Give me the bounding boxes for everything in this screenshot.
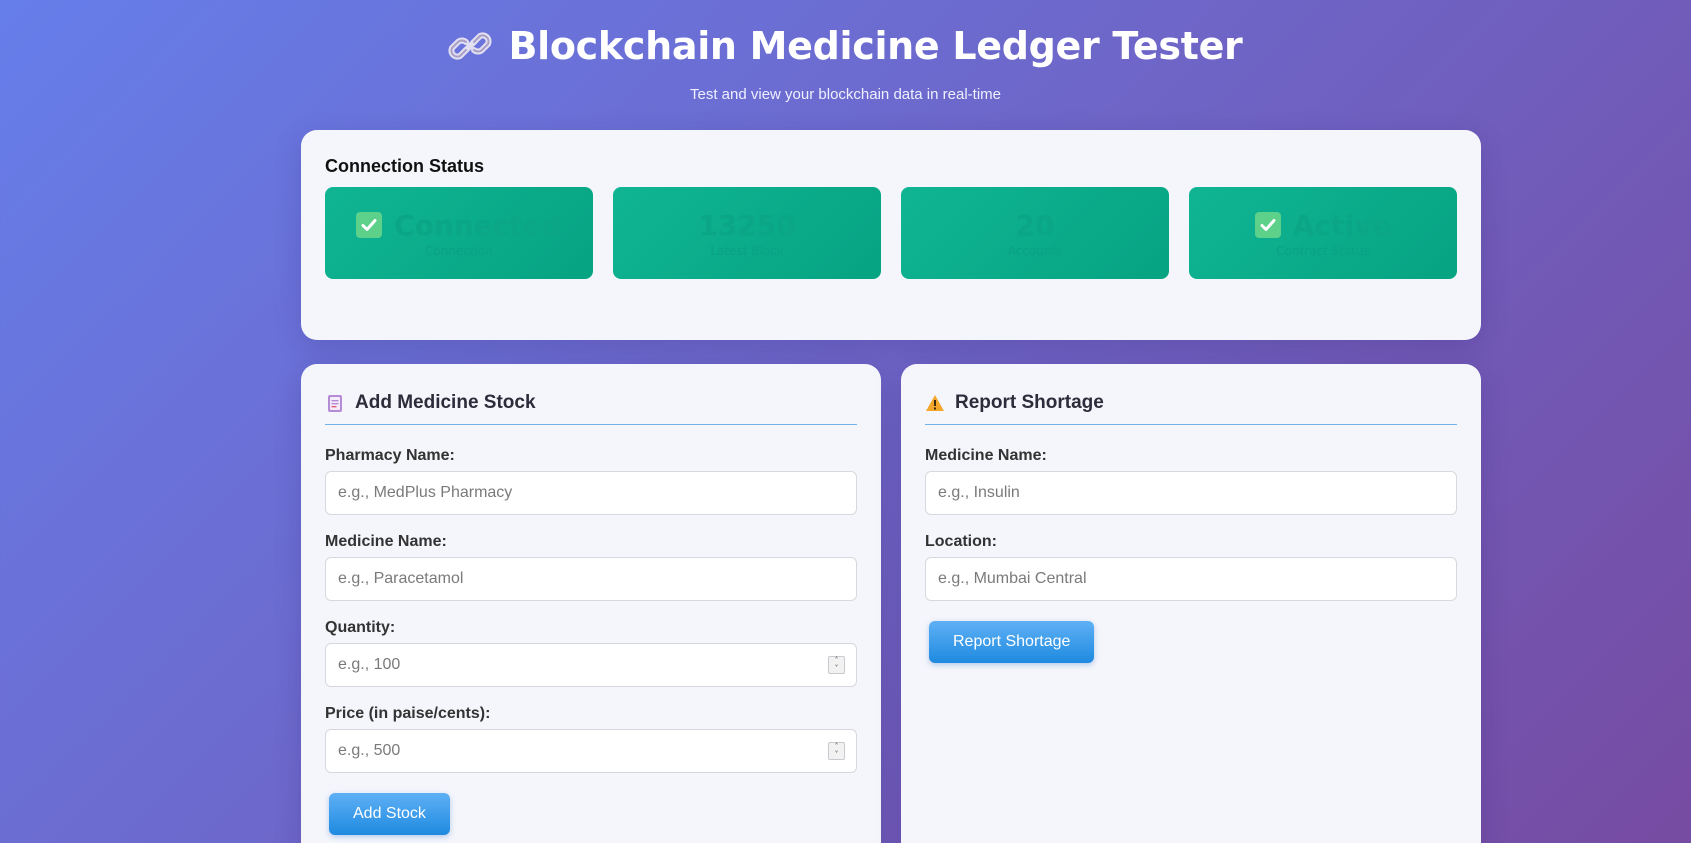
page-title-row: Blockchain Medicine Ledger Tester <box>448 20 1243 72</box>
add-medicine-stock-card: Add Medicine Stock Pharmacy Name: Medici… <box>301 364 881 843</box>
quantity-label: Quantity: <box>325 619 396 636</box>
medicine-name-field: Medicine Name: <box>325 533 857 601</box>
accounts-tile: 20 Accounts <box>901 187 1169 279</box>
connection-tile: Connected Connection <box>325 187 593 279</box>
add-stock-title: Add Medicine Stock <box>355 392 536 413</box>
quantity-field: Quantity: ˄˅ <box>325 619 857 687</box>
link-icon <box>448 32 493 60</box>
quantity-stepper[interactable]: ˄ ˅ <box>828 656 845 674</box>
warning-icon <box>926 395 944 411</box>
price-field: Price (in paise/cents): ˄˅ <box>325 705 857 773</box>
location-input[interactable] <box>925 557 1457 601</box>
medicine-name-label: Medicine Name: <box>325 533 447 550</box>
chevron-down-icon[interactable]: ˅ <box>835 751 839 759</box>
shortage-medicine-field: Medicine Name: <box>925 447 1457 515</box>
memo-icon <box>328 395 342 412</box>
chevron-down-icon[interactable]: ˅ <box>835 665 839 673</box>
report-shortage-card: Report Shortage Medicine Name: Location:… <box>901 364 1481 843</box>
accounts-value: 20 <box>1015 208 1055 242</box>
page-title: Blockchain Medicine Ledger Tester <box>508 24 1243 68</box>
add-stock-button[interactable]: Add Stock <box>329 793 450 835</box>
location-label: Location: <box>925 533 997 550</box>
latest-block-value: 13250 <box>698 208 796 242</box>
quantity-input[interactable] <box>325 643 857 687</box>
connection-status-card: Connection Status Connected Connection 1… <box>301 130 1481 340</box>
contract-status-value: Active <box>1292 208 1392 242</box>
report-shortage-button[interactable]: Report Shortage <box>929 621 1095 663</box>
page-header: Blockchain Medicine Ledger Tester Test a… <box>0 0 1691 103</box>
medicine-name-input[interactable] <box>325 557 857 601</box>
pharmacy-name-field: Pharmacy Name: <box>325 447 857 515</box>
add-stock-header: Add Medicine Stock <box>325 392 857 425</box>
location-field: Location: <box>925 533 1457 601</box>
report-shortage-header: Report Shortage <box>925 392 1457 425</box>
shortage-medicine-input[interactable] <box>925 471 1457 515</box>
check-icon <box>1254 212 1281 238</box>
report-shortage-title: Report Shortage <box>955 392 1104 413</box>
shortage-medicine-label: Medicine Name: <box>925 447 1047 464</box>
connection-value: Connected <box>394 208 562 242</box>
status-tiles: Connected Connection 13250 Latest Block … <box>325 187 1457 279</box>
accounts-label: Accounts <box>1007 243 1063 258</box>
check-icon <box>356 212 383 238</box>
price-label: Price (in paise/cents): <box>325 705 491 722</box>
connection-status-title: Connection Status <box>325 156 485 176</box>
contract-status-label: Contract Status <box>1276 243 1370 258</box>
connection-label: Connection <box>425 243 493 258</box>
price-stepper[interactable]: ˄ ˅ <box>828 742 845 760</box>
price-input[interactable] <box>325 729 857 773</box>
latest-block-label: Latest Block <box>710 243 784 258</box>
contract-status-tile: Active Contract Status <box>1189 187 1457 279</box>
page-subtitle: Test and view your blockchain data in re… <box>690 86 1001 103</box>
latest-block-tile: 13250 Latest Block <box>613 187 881 279</box>
pharmacy-name-label: Pharmacy Name: <box>325 447 455 464</box>
pharmacy-name-input[interactable] <box>325 471 857 515</box>
